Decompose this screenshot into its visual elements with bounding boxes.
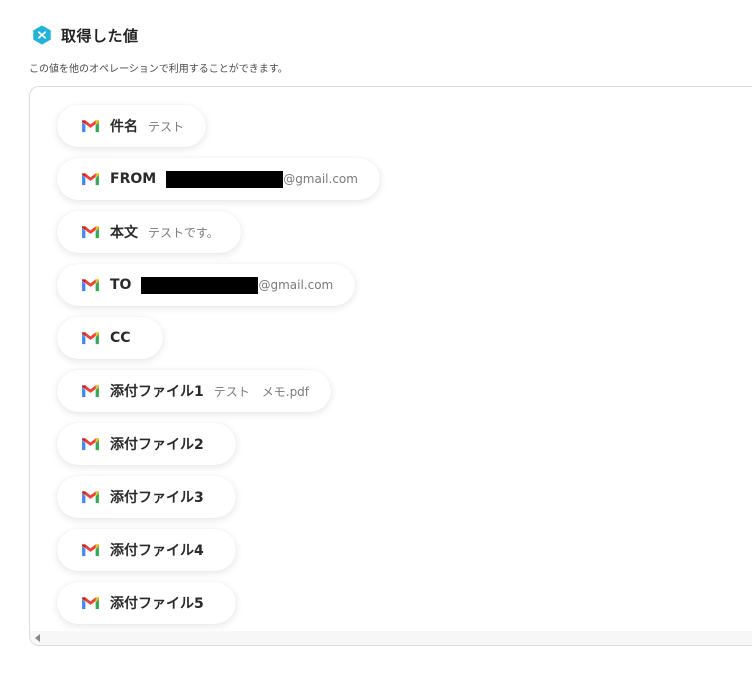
chip-label: 添付ファイル5 bbox=[110, 596, 204, 612]
value-chip-attachment-3[interactable]: 添付ファイル3 bbox=[57, 476, 236, 518]
value-chip-attachment-2[interactable]: 添付ファイル2 bbox=[57, 423, 236, 465]
redaction-bar bbox=[166, 170, 284, 188]
value-chip-attachment-5[interactable]: 添付ファイル5 bbox=[57, 582, 236, 624]
chip-label: 件名 bbox=[110, 119, 138, 135]
section-title: 取得した値 bbox=[61, 26, 139, 45]
chip-label: 本文 bbox=[110, 225, 138, 241]
value-chip-to[interactable]: TO @gmail.com bbox=[57, 264, 356, 306]
chip-label: 添付ファイル1 bbox=[110, 384, 204, 400]
value-chip-attachment-4[interactable]: 添付ファイル4 bbox=[57, 529, 236, 571]
gmail-icon bbox=[82, 226, 99, 239]
value-chip-attachment-1[interactable]: 添付ファイル1 テスト メモ.pdf bbox=[57, 370, 332, 412]
value-chip-cc[interactable]: CC bbox=[57, 317, 163, 359]
gmail-icon bbox=[82, 385, 99, 398]
scroll-left-arrow-icon[interactable] bbox=[35, 634, 40, 642]
chip-label: CC bbox=[110, 330, 131, 346]
gmail-icon bbox=[82, 120, 99, 133]
gmail-icon bbox=[82, 438, 99, 451]
chip-value: テストです。 bbox=[148, 225, 219, 240]
redaction-bar bbox=[141, 276, 259, 294]
section-header: 取得した値 bbox=[31, 24, 139, 46]
chip-label: 添付ファイル3 bbox=[110, 490, 204, 506]
gmail-icon bbox=[82, 173, 99, 186]
value-chip-body[interactable]: 本文 テストです。 bbox=[57, 211, 241, 253]
chip-value: @gmail.com bbox=[258, 278, 334, 292]
gmail-icon bbox=[82, 597, 99, 610]
values-panel: 件名 テスト FROM @gmail.com 本文 テストです。 TO @gma… bbox=[29, 86, 752, 646]
chip-value: @gmail.com bbox=[283, 172, 358, 186]
chip-label: 添付ファイル4 bbox=[110, 543, 204, 559]
value-chip-from[interactable]: FROM @gmail.com bbox=[57, 158, 380, 200]
gmail-icon bbox=[82, 491, 99, 504]
chip-value: テスト bbox=[148, 119, 185, 134]
chip-label: FROM bbox=[110, 171, 157, 187]
x-hexagon-icon bbox=[33, 25, 51, 45]
chip-value: テスト メモ.pdf bbox=[213, 384, 310, 399]
value-chip-subject[interactable]: 件名 テスト bbox=[57, 105, 207, 147]
chip-label: TO bbox=[110, 277, 132, 293]
chip-label: 添付ファイル2 bbox=[110, 437, 204, 453]
gmail-icon bbox=[82, 544, 99, 557]
gmail-icon bbox=[82, 279, 99, 292]
section-description: この値を他のオペレーションで利用することができます。 bbox=[29, 64, 288, 75]
gmail-icon bbox=[82, 332, 99, 345]
horizontal-scrollbar[interactable] bbox=[30, 631, 752, 645]
